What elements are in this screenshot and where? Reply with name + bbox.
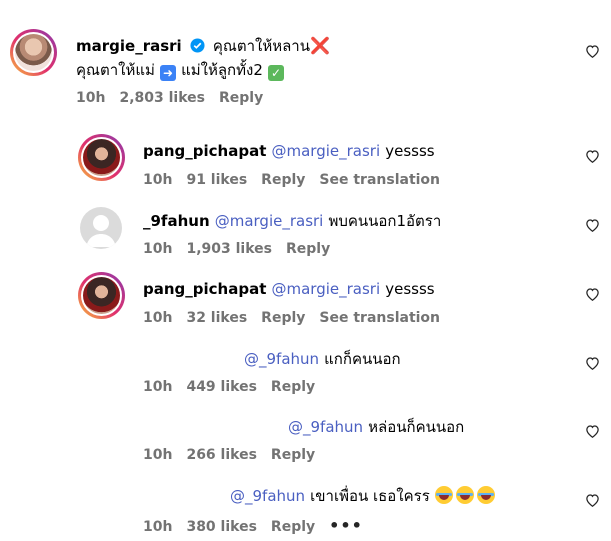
default-avatar-icon <box>86 215 116 247</box>
comment-text: พบคนนอก1อัตรา <box>328 212 442 230</box>
comment-text: คุณตาให้หลาน <box>212 37 310 55</box>
heart-icon[interactable] <box>585 493 600 507</box>
timestamp[interactable]: 10h <box>143 379 172 395</box>
mention-link[interactable]: @margie_rasri <box>215 212 324 230</box>
comment-line: @_9fahun หล่อนก็คนนอก <box>288 415 464 439</box>
avatar[interactable] <box>80 207 122 249</box>
avatar[interactable] <box>78 134 125 181</box>
see-translation-button[interactable]: See translation <box>319 172 440 188</box>
comment-text: แกก็คนนอก <box>324 350 401 368</box>
laughing-tears-icon <box>455 486 474 504</box>
like-count[interactable]: 266 likes <box>186 447 256 463</box>
comment-meta: 10h 91 likes Reply See translation <box>143 172 454 188</box>
comment-meta: 10h 1,903 likes Reply <box>143 241 344 257</box>
reply-button[interactable]: Reply <box>219 90 263 106</box>
timestamp[interactable]: 10h <box>143 172 172 188</box>
mention-link[interactable]: @_9fahun <box>288 418 363 436</box>
comment-line: _9fahun @margie_rasri พบคนนอก1อัตรา <box>143 209 441 233</box>
comment-text: yessss <box>385 280 435 298</box>
heart-icon[interactable] <box>585 218 600 232</box>
comment-meta: 10h 32 likes Reply See translation <box>143 310 454 326</box>
check-mark-icon: ✓ <box>267 65 284 81</box>
like-count[interactable]: 91 likes <box>186 172 247 188</box>
reply-button[interactable]: Reply <box>261 310 305 326</box>
reply-button[interactable]: Reply <box>261 172 305 188</box>
like-count[interactable]: 1,903 likes <box>186 241 272 257</box>
reply-button[interactable]: Reply <box>271 519 315 535</box>
avatar[interactable] <box>10 29 57 76</box>
like-count[interactable]: 449 likes <box>186 379 256 395</box>
username[interactable]: pang_pichapat <box>143 142 266 160</box>
timestamp[interactable]: 10h <box>143 310 172 326</box>
heart-icon[interactable] <box>585 424 600 438</box>
comment-line: pang_pichapat @margie_rasri yessss <box>143 279 435 298</box>
comment-meta: 10h 380 likes Reply ••• <box>143 516 377 535</box>
comment-text: เขาเพื่อน เธอใครร <box>310 487 430 505</box>
reply-button[interactable]: Reply <box>271 379 315 395</box>
more-options-icon[interactable]: ••• <box>329 516 363 535</box>
heart-icon[interactable] <box>585 149 600 163</box>
avatar[interactable] <box>78 272 125 319</box>
mention-link[interactable]: @_9fahun <box>230 487 305 505</box>
cross-mark-icon: ❌ <box>309 36 330 55</box>
mention-link[interactable]: @margie_rasri <box>271 280 380 298</box>
comment-text: หล่อนก็คนนอก <box>368 418 465 436</box>
comment-meta: 10h 266 likes Reply <box>143 447 329 463</box>
heart-icon[interactable] <box>585 287 600 301</box>
timestamp[interactable]: 10h <box>143 519 172 535</box>
reply-button[interactable]: Reply <box>286 241 330 257</box>
like-count[interactable]: 2,803 likes <box>119 90 205 106</box>
verified-badge-icon <box>190 38 205 53</box>
like-count[interactable]: 32 likes <box>186 310 247 326</box>
comment-text: yessss <box>385 142 435 160</box>
laughing-tears-icon <box>434 486 453 504</box>
right-arrow-icon: ➜ <box>159 65 176 81</box>
mention-link[interactable]: @margie_rasri <box>271 142 380 160</box>
comment-line: @_9fahun เขาเพื่อน เธอใครร <box>230 484 498 508</box>
username[interactable]: _9fahun <box>143 212 210 230</box>
username[interactable]: pang_pichapat <box>143 280 266 298</box>
comment-meta: 10h 2,803 likes Reply <box>76 90 277 106</box>
timestamp[interactable]: 10h <box>76 90 105 106</box>
timestamp[interactable]: 10h <box>143 241 172 257</box>
mention-link[interactable]: @_9fahun <box>244 350 319 368</box>
username[interactable]: margie_rasri <box>76 37 182 55</box>
heart-icon[interactable] <box>585 44 600 58</box>
reply-button[interactable]: Reply <box>271 447 315 463</box>
timestamp[interactable]: 10h <box>143 447 172 463</box>
like-count[interactable]: 380 likes <box>186 519 256 535</box>
comment-header: margie_rasri คุณตาให้หลาน❌ <box>76 34 330 58</box>
comment-line: pang_pichapat @margie_rasri yessss <box>143 141 435 160</box>
comment-line: @_9fahun แกก็คนนอก <box>244 347 401 371</box>
comment-text-line2: คุณตาให้แม่ ➜ แม่ให้ลูกทั้ง2 ✓ <box>76 58 284 82</box>
comment-meta: 10h 449 likes Reply <box>143 379 329 395</box>
see-translation-button[interactable]: See translation <box>319 310 440 326</box>
laughing-tears-icon <box>476 486 495 504</box>
heart-icon[interactable] <box>585 356 600 370</box>
